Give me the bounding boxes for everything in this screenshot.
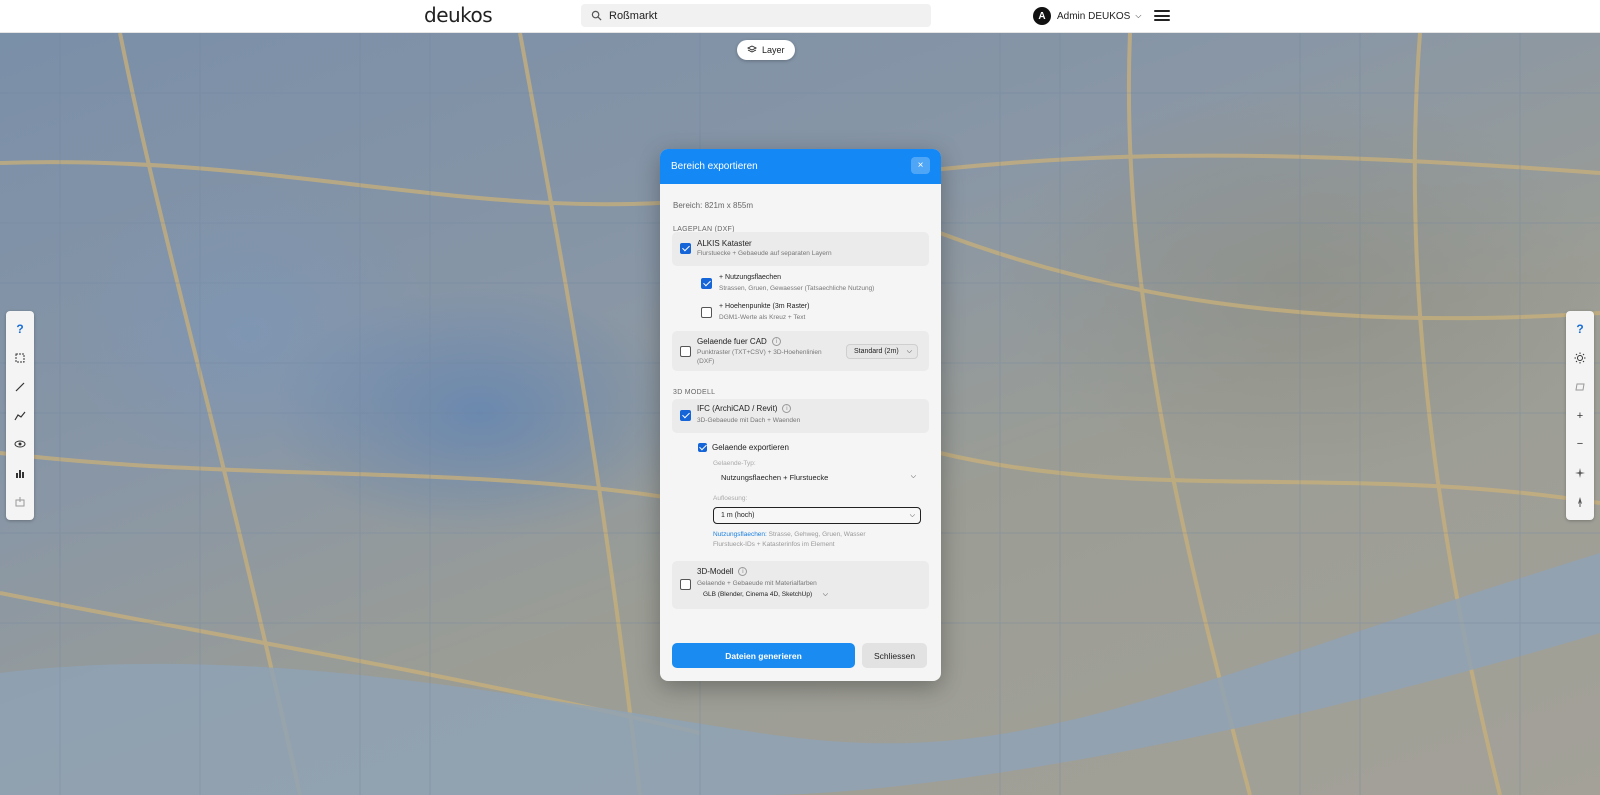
layers-icon <box>747 45 757 53</box>
chart-icon[interactable] <box>9 463 31 484</box>
ifc-card: IFC (ArchiCAD / Revit) i 3D-Gebaeude mit … <box>672 399 929 433</box>
export-icon[interactable] <box>9 491 31 512</box>
section-3d: 3D MODELL <box>673 389 716 396</box>
gelaende-cad-card: Gelaende fuer CAD i Punktraster (TXT+CSV)… <box>672 331 929 371</box>
gelaende-typ-value: Nutzungsflaechen + Flurstuecke <box>721 473 829 482</box>
help-icon[interactable]: ? <box>1569 319 1591 340</box>
note-rest: Strasse, Gehweg, Gruen, Wasser <box>766 531 866 538</box>
hoehen-subtitle: DGM1-Werte als Kreuz + Text <box>719 314 806 321</box>
gelaende-cad-title: Gelaende fuer CAD i <box>697 337 781 347</box>
line-measure-icon[interactable] <box>9 376 31 397</box>
modell3d-title: 3D-Modell i <box>697 567 748 577</box>
compass-icon[interactable] <box>1569 463 1591 484</box>
search-icon <box>591 10 602 21</box>
dialog-title: Bereich exportieren <box>671 161 758 172</box>
layers-3d-icon[interactable] <box>1569 376 1591 397</box>
modell3d-checkbox[interactable] <box>680 579 691 590</box>
chevron-down-icon: ⌵ <box>910 473 916 480</box>
gelaende-note: Nutzungsflaechen: Strasse, Gehweg, Gruen… <box>713 530 866 550</box>
nutzung-subtitle: Strassen, Gruen, Gewaesser (Tatsaechlich… <box>719 285 875 292</box>
zoom-out-icon[interactable]: − <box>1569 434 1591 455</box>
zoom-in-icon[interactable]: + <box>1569 405 1591 426</box>
search-input[interactable] <box>609 9 909 22</box>
right-toolbar: ? + − <box>1566 311 1594 520</box>
dialog-header: Bereich exportieren <box>660 149 941 184</box>
logo[interactable]: deukos <box>424 3 493 27</box>
hoehen-checkbox[interactable] <box>701 307 712 318</box>
ifc-subtitle: 3D-Gebaeude mit Dach + Waenden <box>697 417 801 424</box>
alkis-checkbox[interactable] <box>680 243 691 254</box>
user-menu[interactable]: A Admin DEUKOS ⌵ <box>1033 7 1141 25</box>
layer-button-label: Layer <box>762 45 785 55</box>
chevron-down-icon: ⌵ <box>909 511 915 519</box>
info-icon[interactable]: i <box>782 404 792 414</box>
aufloesung-label: Aufloesung: <box>713 495 748 502</box>
gelaende-cad-subtitle-2: (DXF) <box>697 358 715 365</box>
gelaende-export-label: Gelaende exportieren <box>712 443 789 452</box>
left-toolbar: ? <box>6 311 34 520</box>
sun-icon[interactable] <box>1569 348 1591 369</box>
ifc-checkbox[interactable] <box>680 410 691 421</box>
info-icon[interactable]: i <box>771 337 781 347</box>
chevron-down-icon: ⌵ <box>1135 11 1142 20</box>
chevron-down-icon: ⌵ <box>822 591 828 598</box>
modell3d-subtitle: Gelaende + Gebaeude mit Materialfarben <box>697 580 817 587</box>
gelaende-cad-select-value: Standard (2m) <box>854 348 899 355</box>
hamburger-menu-icon[interactable] <box>1154 10 1170 21</box>
rectangle-select-icon[interactable] <box>9 348 31 369</box>
hoehen-title: + Hoehenpunkte (3m Raster) <box>719 303 810 310</box>
gelaende-export-checkbox[interactable] <box>698 443 707 452</box>
alkis-card: ALKIS Kataster Flurstuecke + Gebaeude au… <box>672 232 929 266</box>
eye-icon[interactable] <box>9 434 31 455</box>
avatar: A <box>1033 7 1051 25</box>
help-icon[interactable]: ? <box>9 319 31 340</box>
gelaende-typ-select[interactable]: Nutzungsflaechen + Flurstuecke ⌵ <box>721 473 921 485</box>
export-dialog: Bereich exportieren × Bereich: 821m x 85… <box>660 149 941 681</box>
info-icon[interactable]: i <box>738 567 748 577</box>
note-key: Nutzungsflaechen: <box>713 531 767 538</box>
profile-icon[interactable] <box>9 405 31 426</box>
user-name: Admin DEUKOS <box>1057 10 1131 22</box>
nutzung-checkbox[interactable] <box>701 278 712 289</box>
aufloesung-select[interactable]: 1 m (hoch) ⌵ <box>713 507 921 524</box>
note-line-2: Flurstueck-IDs + Katasterinfos im Elemen… <box>713 541 835 548</box>
gelaende-cad-select[interactable]: Standard (2m) ⌵ <box>846 344 918 359</box>
aufloesung-value: 1 m (hoch) <box>721 512 755 519</box>
gelaende-typ-label: Gelaende-Typ: <box>713 460 756 467</box>
modell3d-format-value: GLB (Blender, Cinema 4D, SketchUp) <box>703 591 813 598</box>
gelaende-cad-checkbox[interactable] <box>680 346 691 357</box>
alkis-title: ALKIS Kataster <box>697 239 752 248</box>
top-bar: deukos A Admin DEUKOS ⌵ <box>0 0 1600 33</box>
modell3d-card: 3D-Modell i Gelaende + Gebaeude mit Mater… <box>672 561 929 609</box>
close-button[interactable]: Schliessen <box>862 643 927 668</box>
search-bar[interactable] <box>581 4 931 27</box>
gelaende-cad-subtitle: Punktraster (TXT+CSV) + 3D-Hoehenlinien <box>697 349 822 356</box>
generate-files-button[interactable]: Dateien generieren <box>672 643 855 668</box>
ifc-title: IFC (ArchiCAD / Revit) i <box>697 404 792 414</box>
alkis-subtitle: Flurstuecke + Gebaeude auf separaten Lay… <box>697 250 832 257</box>
export-range: Bereich: 821m x 855m <box>673 201 754 210</box>
modell3d-format-select[interactable]: GLB (Blender, Cinema 4D, SketchUp) ⌵ <box>703 591 833 601</box>
close-icon[interactable]: × <box>911 157 930 174</box>
north-arrow-icon[interactable] <box>1569 491 1591 512</box>
chevron-down-icon: ⌵ <box>906 347 912 355</box>
nutzung-title: + Nutzungsflaechen <box>719 274 782 281</box>
layer-button[interactable]: Layer <box>737 40 795 60</box>
